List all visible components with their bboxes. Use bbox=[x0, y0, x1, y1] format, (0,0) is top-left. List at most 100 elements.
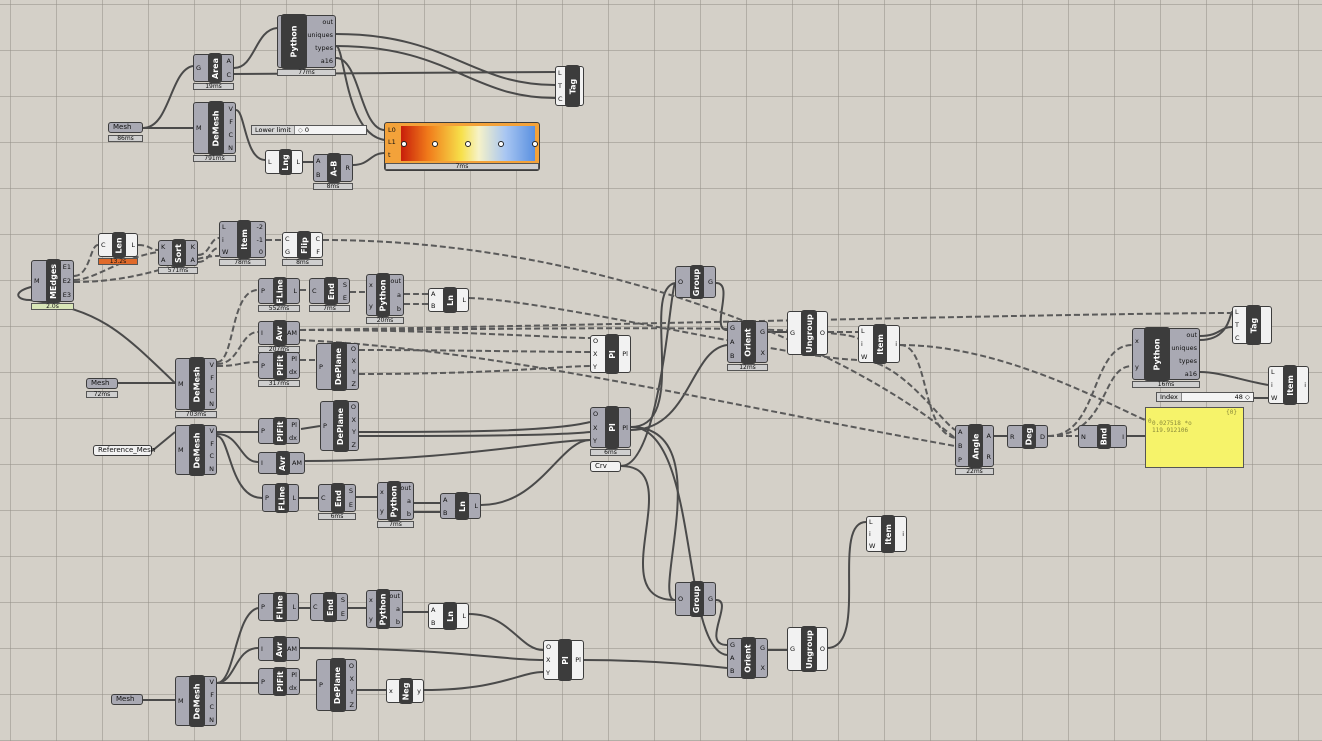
input-port[interactable]: A bbox=[431, 290, 435, 298]
medges-component[interactable]: MEdges M E1 E2 E3 2.0s bbox=[31, 259, 74, 310]
component-body[interactable]: Neg x y bbox=[386, 678, 424, 704]
output-port[interactable]: F bbox=[210, 374, 214, 382]
output-port[interactable]: AM bbox=[287, 645, 297, 653]
output-port[interactable]: dx bbox=[289, 434, 297, 442]
input-port[interactable]: y bbox=[369, 302, 373, 310]
component-nickname[interactable]: DeMesh bbox=[189, 675, 205, 727]
component-nickname[interactable]: Avr bbox=[273, 320, 287, 346]
component-nickname[interactable]: Pl bbox=[558, 639, 572, 681]
output-port[interactable]: Y bbox=[352, 368, 356, 376]
output-port[interactable]: V bbox=[210, 427, 214, 435]
output-port[interactable]: I bbox=[1122, 433, 1124, 441]
output-port[interactable]: a16 bbox=[1185, 370, 1197, 378]
output-port[interactable]: X bbox=[352, 357, 356, 365]
component-nickname[interactable]: DeMesh bbox=[189, 424, 205, 476]
output-port[interactable]: b bbox=[396, 618, 400, 626]
output-port[interactable]: N bbox=[228, 144, 233, 152]
item-component[interactable]: Item Li Wi bbox=[866, 515, 907, 553]
component-nickname[interactable]: Area bbox=[208, 53, 222, 83]
gradient-grip[interactable] bbox=[432, 141, 438, 147]
component-nickname[interactable]: Avr bbox=[273, 636, 287, 662]
output-port[interactable]: V bbox=[210, 678, 214, 686]
component-nickname[interactable]: Orient bbox=[741, 320, 756, 364]
output-port[interactable]: Pl bbox=[575, 656, 581, 664]
component-body[interactable]: End C S E bbox=[310, 592, 348, 622]
output-port[interactable]: E bbox=[343, 294, 347, 302]
avr-component[interactable]: Avr I AM bbox=[258, 636, 300, 662]
output-port[interactable]: E3 bbox=[63, 291, 71, 299]
component-nickname[interactable]: DePlane bbox=[331, 342, 347, 391]
deg-component[interactable]: Deg R D bbox=[1007, 424, 1048, 449]
output-port[interactable]: Y bbox=[352, 428, 356, 436]
component-nickname[interactable]: Ungroup bbox=[801, 310, 817, 356]
output-port[interactable]: y bbox=[417, 687, 421, 695]
input-port[interactable]: P bbox=[261, 678, 265, 686]
input-port[interactable]: B bbox=[958, 442, 962, 450]
output-port[interactable]: N bbox=[209, 400, 214, 408]
python-component[interactable]: Python x y out a b bbox=[366, 589, 403, 629]
component-nickname[interactable]: DePlane bbox=[330, 658, 346, 712]
python-component[interactable]: Python out uniques types a16 77ms bbox=[277, 14, 336, 76]
component-nickname[interactable]: Item bbox=[881, 515, 895, 553]
output-port[interactable]: L bbox=[462, 612, 466, 620]
component-body[interactable]: DePlane P O X Y Z bbox=[316, 342, 359, 391]
index-slider[interactable]: Index 48 ◇ bbox=[1156, 392, 1254, 402]
input-port[interactable]: A bbox=[958, 428, 962, 436]
output-port[interactable]: L bbox=[293, 287, 297, 295]
component-nickname[interactable]: DePlane bbox=[333, 400, 349, 452]
tag-component[interactable]: Tag L T C bbox=[1232, 305, 1272, 345]
mesh-param[interactable]: Mesh bbox=[86, 378, 118, 389]
output-port[interactable]: N bbox=[209, 465, 214, 473]
input-port[interactable]: L bbox=[558, 69, 562, 77]
input-port[interactable]: x bbox=[369, 281, 373, 289]
component-body[interactable]: Sort K A K A bbox=[158, 239, 198, 267]
component-body[interactable]: Group O G bbox=[675, 265, 716, 299]
lng-component[interactable]: Lng L L bbox=[265, 149, 303, 175]
input-port[interactable]: L bbox=[861, 327, 865, 335]
pl-component[interactable]: Pl O X Y Pl bbox=[590, 334, 631, 374]
component-nickname[interactable]: Python bbox=[376, 273, 390, 317]
component-nickname[interactable]: Ungroup bbox=[801, 626, 817, 672]
input-port[interactable]: M bbox=[178, 380, 184, 388]
output-port[interactable]: a16 bbox=[321, 57, 333, 65]
component-nickname[interactable]: PlFit bbox=[273, 417, 287, 445]
input-port[interactable]: I bbox=[261, 329, 263, 337]
component-body[interactable]: Len C L bbox=[98, 232, 138, 258]
component-nickname[interactable]: Sort bbox=[172, 239, 186, 267]
gradient-input[interactable]: t bbox=[388, 151, 391, 159]
component-nickname[interactable]: FLine bbox=[275, 483, 289, 513]
output-port[interactable]: i bbox=[1304, 381, 1306, 389]
component-body[interactable]: PlFit P Pl dx bbox=[258, 351, 300, 380]
input-port[interactable]: R bbox=[1010, 433, 1015, 441]
area-component[interactable]: Area G A C 19ms bbox=[193, 53, 234, 90]
group-component[interactable]: Group O G bbox=[675, 265, 716, 299]
output-port[interactable]: Z bbox=[352, 441, 356, 449]
component-body[interactable]: Ungroup G O bbox=[787, 310, 828, 356]
flip-component[interactable]: Flip C G C F 8ms bbox=[282, 231, 323, 266]
input-port[interactable]: y bbox=[380, 507, 384, 515]
input-port[interactable]: Y bbox=[546, 669, 550, 677]
output-port[interactable]: uniques bbox=[307, 31, 333, 39]
component-nickname[interactable]: Python bbox=[376, 589, 390, 629]
component-nickname[interactable]: Deg bbox=[1022, 424, 1036, 449]
output-port[interactable]: E2 bbox=[63, 277, 71, 285]
input-port[interactable]: x bbox=[389, 687, 393, 695]
output-port[interactable]: types bbox=[1179, 357, 1197, 365]
sort-component[interactable]: Sort K A K A 571ms bbox=[158, 239, 198, 274]
component-body[interactable]: DeMesh M V F C N bbox=[193, 101, 236, 155]
output-port[interactable]: i bbox=[902, 530, 904, 538]
python-component[interactable]: Python x y out a b 20ms bbox=[366, 273, 404, 324]
output-port[interactable]: Pl bbox=[622, 424, 628, 432]
input-port[interactable]: P bbox=[265, 494, 269, 502]
output-port[interactable]: Y bbox=[350, 688, 354, 696]
input-port[interactable]: X bbox=[546, 656, 550, 664]
demesh-component[interactable]: DeMesh M V F C N 791ms bbox=[193, 101, 236, 162]
component-nickname[interactable]: Python bbox=[281, 14, 307, 69]
input-port[interactable]: Y bbox=[593, 363, 597, 371]
component-body[interactable]: Tag L T C bbox=[555, 65, 584, 107]
demesh-component[interactable]: DeMesh M V F C N bbox=[175, 424, 217, 476]
output-port[interactable]: -1 bbox=[257, 236, 263, 244]
input-port[interactable]: i bbox=[861, 340, 863, 348]
gradient-component[interactable]: L0 L1 t 7ms bbox=[384, 122, 540, 171]
input-port[interactable]: X bbox=[593, 424, 597, 432]
